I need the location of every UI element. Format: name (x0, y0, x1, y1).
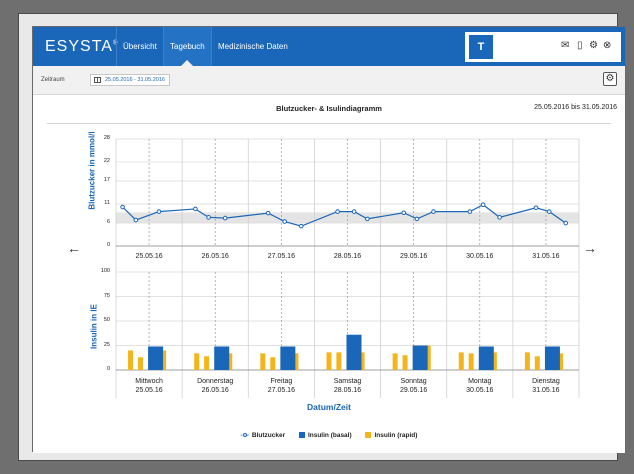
x-date-label: 30.05.16 (466, 253, 494, 260)
y-tick-label-bottom: 50 (103, 317, 110, 323)
y-tick-label-bottom: 0 (106, 366, 110, 372)
blutzucker-point (546, 209, 552, 214)
blutzucker-point (206, 215, 211, 220)
rapid-bar (260, 353, 266, 370)
x-axis-title: Datum/Zeit (307, 402, 351, 412)
target-range-band (116, 212, 579, 224)
legend-basal-icon (298, 432, 305, 439)
blutzucker-point (120, 204, 125, 210)
rapid-bar (392, 353, 398, 370)
blutzucker-point (193, 206, 198, 212)
blutzucker-point (156, 209, 162, 214)
blutzucker-point (467, 209, 473, 214)
blutzucker-point (365, 216, 370, 222)
y-tick-label-top: 0 (106, 242, 110, 248)
x-date-label: 27.05.16 (267, 253, 295, 260)
blutzucker-point (298, 223, 304, 229)
y-tick-label-bottom: 100 (100, 268, 110, 274)
tab-uebersicht[interactable]: Übersicht (116, 27, 163, 66)
y-tick-label-bottom: 75 (103, 292, 110, 299)
chart-svg (115, 138, 580, 398)
rapid-bar (468, 353, 474, 370)
rapid-bar (204, 356, 210, 370)
y-tick-label-top: 22 (103, 157, 110, 164)
date-range-field[interactable]: 25.05.2016 - 31.05.2016 (90, 74, 170, 86)
x-date-label: 26.05.16 (201, 253, 229, 260)
y-tick-label-top: 28 (103, 135, 110, 141)
blutzucker-point (335, 209, 340, 214)
blutzucker-point (563, 220, 569, 226)
basal-bar (346, 334, 362, 370)
tab-tagebuch[interactable]: Tagebuch (163, 27, 211, 66)
x-day-label: Donnerstag 26.05.16 (197, 378, 234, 394)
legend-blutzucker[interactable]: - - Blutzucker (241, 432, 286, 439)
x-date-label: 31.05.16 (532, 253, 560, 260)
basal-bar (214, 346, 230, 370)
rapid-bar (524, 352, 530, 370)
legend-basal[interactable]: Insulin (basal) (298, 432, 352, 439)
x-day-label: Mittwoch 25.05.16 (135, 378, 163, 394)
basal-bar (412, 345, 428, 370)
x-day-label: Samstag 28.05.16 (333, 378, 362, 394)
rapid-bar (128, 350, 134, 370)
blutzucker-point (222, 215, 228, 221)
date-toolbar: Zeitraum 25.05.2016 - 31.05.2016 ⚙ (33, 66, 625, 95)
blutzucker-point (497, 215, 502, 220)
x-day-label: Sonntag 29.05.16 (400, 378, 428, 394)
blutzucker-point (480, 202, 486, 208)
y-tick-label-top: 6 (106, 219, 110, 226)
x-date-label: 25.05.16 (135, 253, 163, 260)
top-navbar: ESYSTA® Übersicht Tagebuch Medizinische … (33, 27, 625, 66)
device-logo-icon: T (469, 35, 493, 59)
basal-bar (148, 346, 164, 370)
device-icon[interactable]: ▯ (577, 40, 583, 51)
chart-legend: - - Blutzucker Insulin (basal) Insulin (ra… (33, 432, 625, 439)
gear-icon[interactable]: ⚙ (589, 40, 598, 51)
mail-icon[interactable]: ✉ (561, 40, 569, 51)
rapid-bar (326, 352, 332, 370)
x-day-label: Freitag 27.05.16 (267, 378, 295, 394)
date-range-value: 25.05.2016 - 31.05.2016 (105, 77, 165, 83)
blutzucker-point (282, 219, 287, 224)
calendar-icon (94, 77, 101, 83)
esysta-logo: ESYSTA® (45, 38, 119, 55)
blutzucker-point (414, 216, 420, 222)
blutzucker-point (351, 209, 357, 214)
blutzucker-point (265, 210, 271, 216)
x-date-label: 29.05.16 (400, 253, 428, 260)
rapid-bar (270, 357, 276, 370)
chart-panel: Blutzucker- & Isulindiagramm 25.05.2016 … (33, 96, 625, 453)
blutzucker-point (533, 205, 539, 211)
rapid-bar (336, 352, 342, 370)
blutzucker-point (133, 217, 139, 223)
x-day-label: Montag 30.05.16 (466, 378, 494, 394)
basal-bar (478, 346, 494, 370)
rapid-bar (137, 357, 143, 370)
y-tick-label-bottom: 25 (103, 341, 110, 348)
x-day-label: Dienstag 31.05.16 (532, 378, 560, 394)
close-icon[interactable]: ⊗ (603, 40, 611, 51)
rapid-bar (402, 355, 408, 370)
basal-bar (544, 346, 560, 370)
y-tick-label-top: 11 (104, 199, 110, 206)
basal-bar (280, 346, 296, 370)
zeitraum-label: Zeitraum (41, 77, 65, 83)
rapid-bar (194, 353, 200, 370)
blutzucker-point (401, 210, 407, 216)
rapid-bar (458, 352, 464, 370)
legend-rapid-icon (365, 432, 372, 439)
legend-rapid[interactable]: Insulin (rapid) (365, 432, 417, 439)
user-panel: T ✉ ▯ ⚙ ⊗ (465, 32, 621, 62)
x-date-label: 28.05.16 (333, 253, 362, 260)
tab-medizinische-daten[interactable]: Medizinische Daten (211, 27, 294, 66)
chart-settings-button[interactable]: ⚙ (603, 72, 617, 86)
rapid-bar (534, 356, 540, 370)
app-window: ESYSTA® Übersicht Tagebuch Medizinische … (32, 26, 626, 453)
blutzucker-point (431, 209, 436, 214)
y-tick-label-top: 17 (103, 177, 110, 184)
